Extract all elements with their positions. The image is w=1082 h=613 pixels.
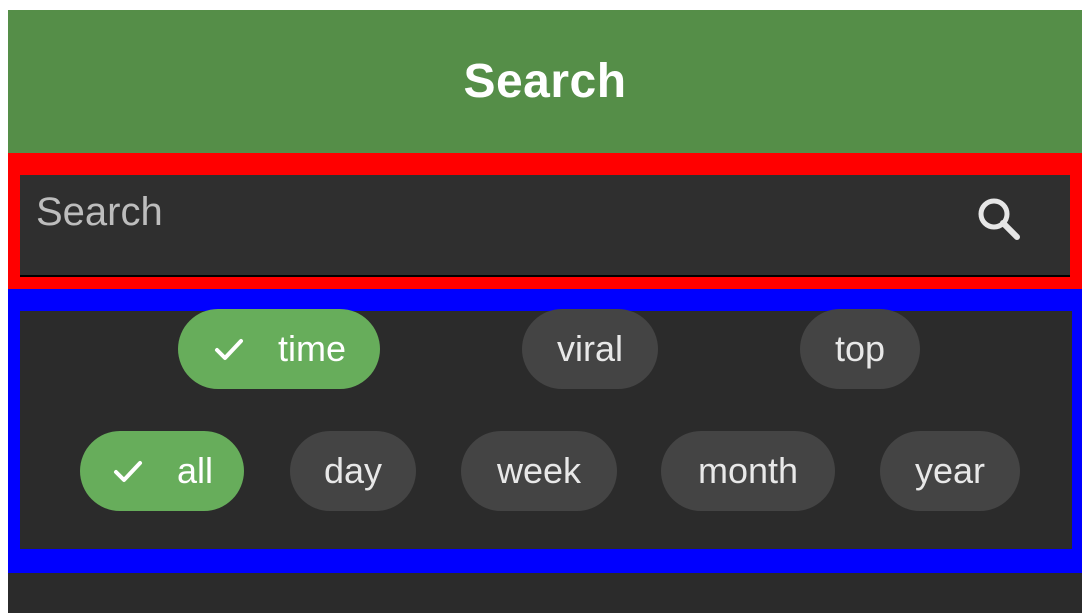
search-icon[interactable] (970, 190, 1030, 250)
search-bar (20, 175, 1070, 277)
chip-label: time (277, 328, 346, 369)
page-title: Search (463, 55, 627, 108)
search-bar-highlight (8, 153, 1082, 289)
check-icon (214, 339, 243, 360)
check-icon (113, 461, 142, 482)
chip-label: week (496, 450, 582, 491)
chip-label: all (176, 450, 214, 491)
chip-sort-top[interactable]: top (800, 309, 920, 389)
search-input[interactable] (20, 175, 970, 275)
chip-window-month[interactable]: month (661, 431, 835, 511)
app-header: Search (8, 10, 1082, 153)
chip-window-day[interactable]: day (290, 431, 416, 511)
chip-sort-time[interactable]: time (178, 309, 380, 389)
content-area (8, 573, 1082, 613)
chip-window-week[interactable]: week (461, 431, 617, 511)
chip-label: month (697, 450, 799, 491)
chip-label: top (834, 328, 886, 369)
chip-label: viral (556, 328, 623, 369)
chip-window-all[interactable]: all (80, 431, 244, 511)
app-screen: Search time viral top (8, 10, 1082, 613)
chip-sort-viral[interactable]: viral (522, 309, 658, 389)
chip-label: year (914, 450, 986, 491)
filter-panel: time viral top all day week month year (20, 309, 1072, 549)
filter-panel-highlight: time viral top all day week month year (8, 289, 1082, 573)
chip-window-year[interactable]: year (880, 431, 1020, 511)
chip-label: day (323, 450, 383, 491)
